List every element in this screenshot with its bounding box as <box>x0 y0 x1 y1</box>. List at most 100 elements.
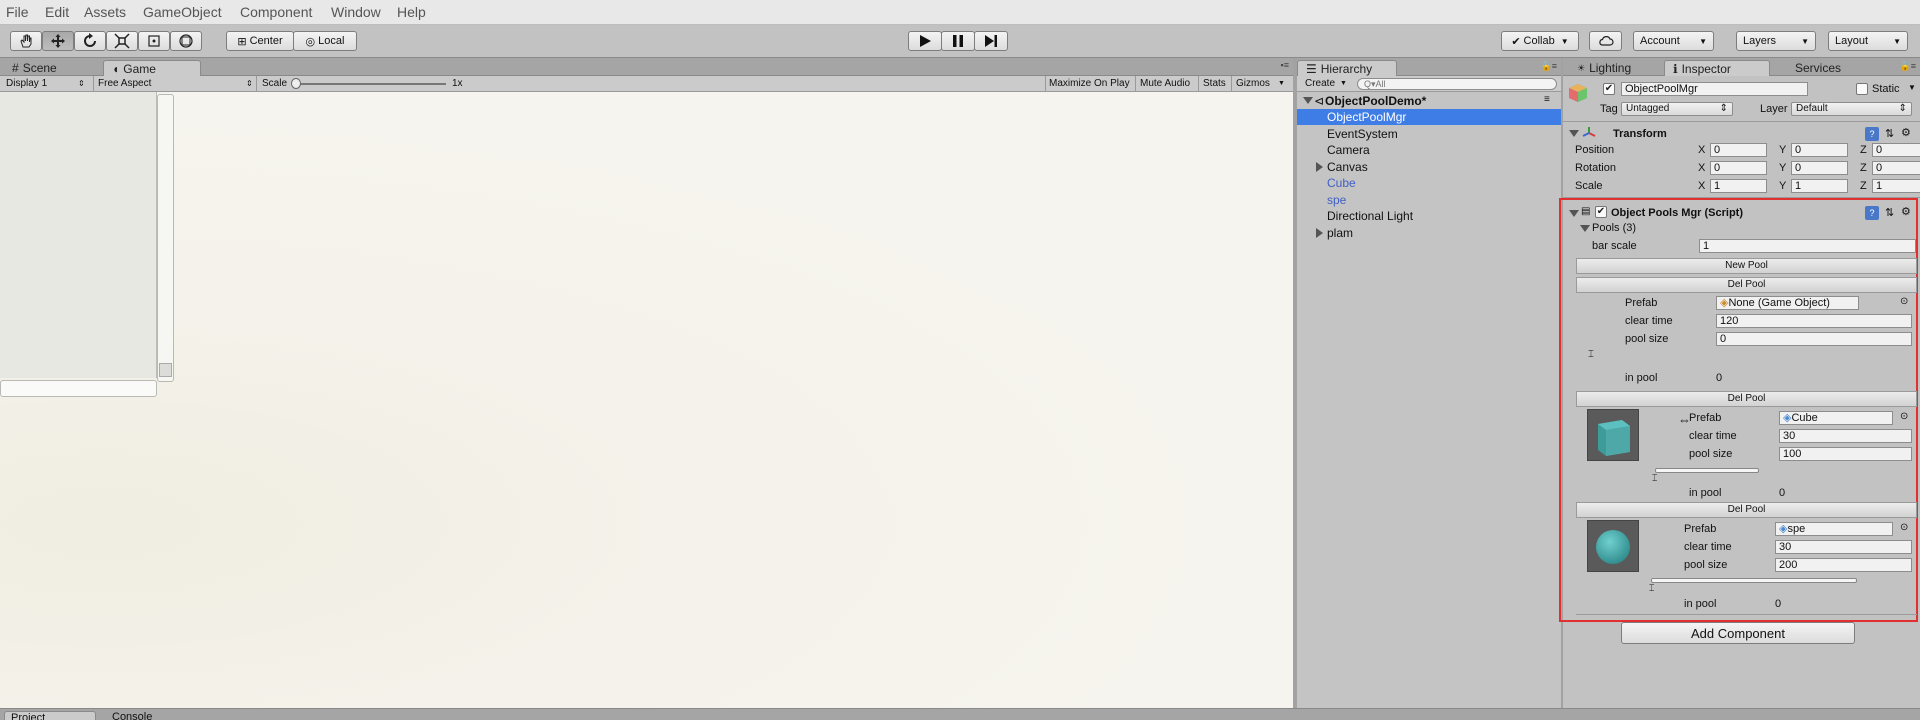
cloud-button[interactable] <box>1589 31 1622 51</box>
stats-toggle[interactable]: Stats <box>1203 78 1226 89</box>
tag-dropdown[interactable]: Untagged ⇕ <box>1621 102 1733 116</box>
scale-slider-track[interactable] <box>294 83 446 85</box>
caret-down-icon[interactable]: ▼ <box>1908 83 1916 92</box>
hierarchy-search-input[interactable]: Q▾All <box>1357 78 1557 90</box>
del-pool-button-3[interactable]: Del Pool <box>1576 502 1917 518</box>
game-view[interactable] <box>0 92 1293 708</box>
position-y-field[interactable]: 0 <box>1791 143 1848 157</box>
position-x-field[interactable]: 0 <box>1710 143 1767 157</box>
tab-hierarchy[interactable]: ☰ Hierarchy <box>1297 60 1397 76</box>
hierarchy-item-directional-light[interactable]: Directional Light <box>1297 208 1561 224</box>
tab-project[interactable]: Project <box>4 711 96 720</box>
object-picker-icon[interactable]: ⊙ <box>1900 522 1908 533</box>
gear-icon[interactable]: ⚙ <box>1901 205 1911 218</box>
menu-gameobject[interactable]: GameObject <box>143 4 222 20</box>
collab-dropdown[interactable]: ✔ Collab ▼ <box>1501 31 1579 51</box>
rotation-y-field[interactable]: 0 <box>1791 161 1848 175</box>
foldout-triangle-icon[interactable] <box>1580 225 1590 232</box>
bar-scale-field[interactable]: 1 <box>1699 239 1916 253</box>
del-pool-button-2[interactable]: Del Pool <box>1576 391 1917 407</box>
expand-triangle-icon[interactable] <box>1316 162 1323 172</box>
hierarchy-item-spe[interactable]: spe <box>1297 192 1561 208</box>
mute-audio-toggle[interactable]: Mute Audio <box>1140 78 1190 89</box>
scrollbar-handle[interactable] <box>159 363 172 377</box>
prefab-field-1[interactable]: ◈None (Game Object) <box>1716 296 1859 310</box>
position-z-field[interactable]: 0 <box>1872 143 1920 157</box>
layout-dropdown[interactable]: Layout ▼ <box>1828 31 1908 51</box>
hierarchy-item-objectpoolmgr[interactable]: ObjectPoolMgr <box>1297 109 1561 125</box>
menu-file[interactable]: File <box>6 4 29 20</box>
help-book-icon[interactable]: ? <box>1865 127 1879 141</box>
lock-icon[interactable]: 🔒≡ <box>1541 61 1557 72</box>
hand-tool-button[interactable] <box>10 31 42 51</box>
hierarchy-item-cube[interactable]: Cube <box>1297 175 1561 191</box>
expand-triangle-icon[interactable] <box>1316 228 1323 238</box>
layer-dropdown[interactable]: Default ⇕ <box>1791 102 1912 116</box>
static-checkbox[interactable] <box>1856 83 1868 95</box>
object-name-field[interactable]: ObjectPoolMgr <box>1621 82 1808 96</box>
scale-x-field[interactable]: 1 <box>1710 179 1767 193</box>
step-button[interactable] <box>974 31 1008 51</box>
gizmos-dropdown[interactable]: Gizmos <box>1236 78 1270 89</box>
tab-lighting[interactable]: ☀ Lighting <box>1569 60 1639 76</box>
aspect-dropdown[interactable]: Free Aspect <box>98 78 151 89</box>
menu-edit[interactable]: Edit <box>45 4 69 20</box>
scale-y-field[interactable]: 1 <box>1791 179 1848 193</box>
create-dropdown[interactable]: Create <box>1305 78 1335 89</box>
pool-size-field-1[interactable]: 0 <box>1716 332 1912 346</box>
gear-icon[interactable]: ⚙ <box>1901 126 1911 139</box>
del-pool-button-1[interactable]: Del Pool <box>1576 277 1917 293</box>
tab-console[interactable]: Console <box>112 711 152 720</box>
menu-window[interactable]: Window <box>331 4 381 20</box>
hierarchy-scene-row[interactable]: ⊲ ObjectPoolDemo* ≡ <box>1297 93 1561 109</box>
hierarchy-item-canvas[interactable]: Canvas <box>1297 159 1561 175</box>
rect-tool-button[interactable] <box>138 31 170 51</box>
maximize-on-play-toggle[interactable]: Maximize On Play <box>1049 78 1130 89</box>
scrollbar-vertical[interactable] <box>157 94 174 382</box>
resize-handle-icon[interactable]: ⌶ <box>1652 474 1657 483</box>
resize-handle-icon[interactable]: ⌶ <box>1649 584 1654 593</box>
scale-tool-button[interactable] <box>106 31 138 51</box>
add-component-button[interactable]: Add Component <box>1621 622 1855 644</box>
menu-component[interactable]: Component <box>240 4 312 20</box>
help-book-icon[interactable]: ? <box>1865 206 1879 220</box>
foldout-triangle-icon[interactable] <box>1569 130 1579 137</box>
lock-icon[interactable]: 🔒≡ <box>1900 61 1916 72</box>
rotate-tool-button[interactable] <box>74 31 106 51</box>
transform-tool-button[interactable] <box>170 31 202 51</box>
display-dropdown[interactable]: Display 1 <box>6 78 47 89</box>
object-picker-icon[interactable]: ⊙ <box>1900 296 1908 307</box>
move-tool-button[interactable] <box>42 31 74 51</box>
foldout-triangle-icon[interactable] <box>1569 210 1579 217</box>
expand-triangle-icon[interactable] <box>1303 97 1313 104</box>
menu-help[interactable]: Help <box>397 4 426 20</box>
prefab-field-3[interactable]: ◈spe <box>1775 522 1893 536</box>
play-button[interactable] <box>908 31 942 51</box>
active-checkbox[interactable]: ✔ <box>1603 83 1615 95</box>
tab-scene[interactable]: # Scene <box>4 60 65 76</box>
preset-sliders-icon[interactable]: ⇅ <box>1885 127 1894 140</box>
tab-game[interactable]: ◖ Game <box>103 60 201 76</box>
pause-button[interactable] <box>941 31 975 51</box>
scale-slider-thumb[interactable] <box>291 78 301 89</box>
hierarchy-item-eventsystem[interactable]: EventSystem <box>1297 126 1561 142</box>
scrollbar-horizontal[interactable] <box>0 380 157 397</box>
clear-time-field-1[interactable]: 120 <box>1716 314 1912 328</box>
pool-size-field-2[interactable]: 100 <box>1779 447 1912 461</box>
resize-handle-icon[interactable]: ⌶ <box>1588 350 1594 360</box>
menu-assets[interactable]: Assets <box>84 4 126 20</box>
new-pool-button[interactable]: New Pool <box>1576 258 1917 274</box>
rotation-x-field[interactable]: 0 <box>1710 161 1767 175</box>
hierarchy-item-camera[interactable]: Camera <box>1297 142 1561 158</box>
object-picker-icon[interactable]: ⊙ <box>1900 411 1908 422</box>
pivot-center-button[interactable]: ⊞ Center <box>226 31 294 51</box>
account-dropdown[interactable]: Account ▼ <box>1633 31 1714 51</box>
prefab-field-2[interactable]: ◈Cube <box>1779 411 1893 425</box>
hierarchy-item-plam[interactable]: plam <box>1297 225 1561 241</box>
rotation-z-field[interactable]: 0 <box>1872 161 1920 175</box>
pool-size-field-3[interactable]: 200 <box>1775 558 1912 572</box>
layers-dropdown[interactable]: Layers ▼ <box>1736 31 1816 51</box>
tab-inspector[interactable]: ℹ Inspector <box>1664 60 1770 76</box>
clear-time-field-3[interactable]: 30 <box>1775 540 1912 554</box>
panel-menu-icon[interactable]: ▪≡ <box>1281 60 1289 70</box>
